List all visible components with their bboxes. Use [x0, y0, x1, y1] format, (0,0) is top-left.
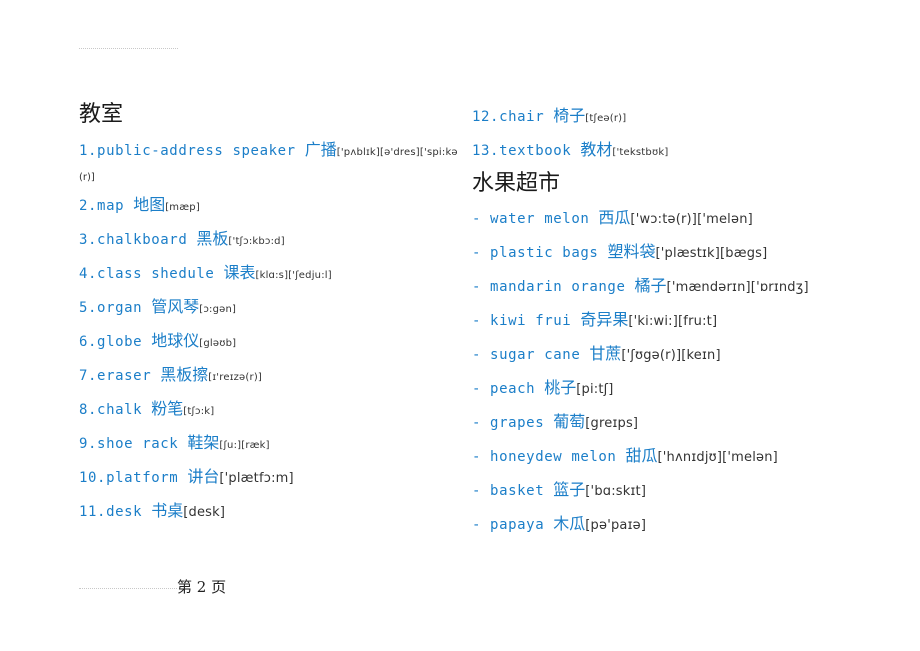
vocab-phonetic: [pə'paɪə]	[585, 518, 647, 533]
vocab-item: 6.globe 地球仪[gləʊb]	[79, 331, 236, 354]
vocab-english: - papaya	[472, 517, 554, 533]
vocab-item: 8.chalk 粉笔[tʃɔ:k]	[79, 399, 214, 422]
vocab-phonetic: ['plætfɔ:m]	[219, 471, 294, 486]
vocab-english: - plastic bags	[472, 245, 608, 261]
vocab-phonetic: ['wɔ:tə(r)]['melən]	[630, 212, 753, 227]
vocab-english: - basket	[472, 483, 554, 499]
vocab-english: 13.textbook	[472, 143, 581, 159]
vocab-item: 9.shoe rack 鞋架[ʃu:][ræk]	[79, 433, 270, 456]
vocab-item: 4.class shedule 课表[klɑ:s]['ʃedju:l]	[79, 263, 332, 286]
vocab-phonetic: [desk]	[183, 505, 226, 520]
page-footer: 第 2 页	[79, 576, 226, 597]
vocab-phonetic: [ʃu:][ræk]	[219, 440, 270, 451]
vocab-phonetic: [ɔ:gən]	[199, 304, 237, 315]
vocab-phonetic: [mæp]	[165, 202, 200, 213]
page-number: 第 2 页	[177, 578, 227, 596]
vocab-phonetic: ['plæstɪk][bægs]	[655, 246, 768, 261]
vocab-english: 6.globe	[79, 334, 152, 350]
vocab-chinese: 甘蔗	[589, 344, 622, 363]
vocab-chinese: 粉笔	[151, 399, 184, 418]
vocab-english: 9.shoe rack	[79, 436, 188, 452]
vocab-english: 3.chalkboard	[79, 232, 197, 248]
vocab-chinese: 书桌	[151, 501, 184, 520]
vocab-phonetic: [klɑ:s]['ʃedju:l]	[255, 270, 332, 281]
vocab-chinese: 葡萄	[553, 412, 586, 431]
vocab-chinese: 甜瓜	[625, 446, 658, 465]
section-heading-supermarket: 水果超市	[472, 171, 561, 196]
vocab-phonetic: ['bɑ:skɪt]	[585, 484, 647, 499]
vocab-chinese: 木瓜	[553, 514, 586, 533]
vocab-chinese: 鞋架	[187, 433, 220, 452]
vocab-chinese: 讲台	[187, 467, 220, 486]
vocab-chinese: 西瓜	[598, 208, 631, 227]
vocab-chinese: 管风琴	[151, 297, 200, 316]
vocab-chinese: 地图	[133, 195, 166, 214]
vocab-phonetic: [tʃeə(r)]	[585, 113, 627, 124]
vocab-chinese: 课表	[223, 263, 256, 282]
vocab-english: 1.public-address speaker	[79, 143, 305, 159]
vocab-item: - mandarin orange 橘子['mændərɪn]['ɒrɪndʒ]	[472, 276, 809, 298]
vocab-item: 7.eraser 黑板擦[ɪ'reɪzə(r)]	[79, 365, 262, 388]
vocab-chinese: 桃子	[544, 378, 577, 397]
vocab-chinese: 椅子	[553, 106, 586, 125]
vocab-english: 10.platform	[79, 470, 188, 486]
vocab-item: - grapes 葡萄[greɪps]	[472, 412, 638, 434]
vocab-phonetic: [ɪ'reɪzə(r)]	[208, 372, 263, 383]
vocab-item: 1.public-address speaker 广播['pʌblɪk][ə'd…	[79, 140, 458, 163]
vocab-phonetic: ['pʌblɪk][ə'dres]['spi:kə	[336, 147, 458, 158]
vocab-chinese: 广播	[304, 140, 337, 159]
vocab-item: 2.map 地图[mæp]	[79, 195, 200, 218]
vocab-chinese: 塑料袋	[607, 242, 656, 261]
vocab-phonetic: ['ki:wi:][fru:t]	[628, 314, 718, 329]
vocab-item: - peach 桃子[pi:tʃ]	[472, 378, 614, 400]
footer-rule	[79, 588, 177, 589]
vocab-chinese: 奇异果	[580, 310, 629, 329]
vocab-chinese: 教材	[580, 140, 613, 159]
vocab-english: 11.desk	[79, 504, 152, 520]
vocab-english: 2.map	[79, 198, 134, 214]
vocab-english: 12.chair	[472, 109, 554, 125]
vocab-item: - sugar cane 甘蔗['ʃʊgə(r)][keɪn]	[472, 344, 721, 366]
vocab-english: - grapes	[472, 415, 554, 431]
vocab-english: 8.chalk	[79, 402, 152, 418]
vocab-phonetic: [gləʊb]	[199, 338, 237, 349]
vocab-english: - peach	[472, 381, 545, 397]
vocab-phonetic: ['hʌnɪdjʊ]['melən]	[657, 450, 778, 465]
header-rule	[79, 48, 178, 49]
vocab-item: 3.chalkboard 黑板['tʃɔ:kbɔ:d]	[79, 229, 285, 252]
vocab-english: - sugar cane	[472, 347, 590, 363]
vocab-item: - plastic bags 塑料袋['plæstɪk][bægs]	[472, 242, 767, 264]
vocab-english: - water melon	[472, 211, 599, 227]
vocab-english: 4.class shedule	[79, 266, 224, 282]
vocab-item: 13.textbook 教材['tekstbʊk]	[472, 140, 668, 163]
vocab-item: 11.desk 书桌[desk]	[79, 501, 225, 523]
vocab-phonetic: [greɪps]	[585, 416, 639, 431]
vocab-item: 10.platform 讲台['plætfɔ:m]	[79, 467, 294, 489]
vocab-item: - papaya 木瓜[pə'paɪə]	[472, 514, 646, 536]
vocab-chinese: 橘子	[634, 276, 667, 295]
vocab-english: 7.eraser	[79, 368, 161, 384]
vocab-item: 12.chair 椅子[tʃeə(r)]	[472, 106, 626, 129]
vocab-chinese: 地球仪	[151, 331, 200, 350]
vocab-phonetic: ['ʃʊgə(r)][keɪn]	[621, 348, 721, 363]
vocab-chinese: 黑板擦	[160, 365, 209, 384]
vocab-phonetic: [pi:tʃ]	[576, 382, 614, 397]
vocab-item: - kiwi frui 奇异果['ki:wi:][fru:t]	[472, 310, 717, 332]
vocab-english: 5.organ	[79, 300, 152, 316]
vocab-chinese: 黑板	[196, 229, 229, 248]
vocab-item: - water melon 西瓜['wɔ:tə(r)]['melən]	[472, 208, 753, 230]
vocab-item: 5.organ 管风琴[ɔ:gən]	[79, 297, 236, 320]
vocab-english: - kiwi frui	[472, 313, 581, 329]
vocab-phonetic: ['tekstbʊk]	[612, 147, 669, 158]
vocab-phonetic: ['tʃɔ:kbɔ:d]	[228, 236, 285, 247]
vocab-phonetic: ['mændərɪn]['ɒrɪndʒ]	[666, 280, 809, 295]
vocab-phonetic-continued: (r)]	[79, 172, 95, 183]
vocab-english: - honeydew melon	[472, 449, 626, 465]
vocab-item: - basket 篮子['bɑ:skɪt]	[472, 480, 646, 502]
vocab-item: - honeydew melon 甜瓜['hʌnɪdjʊ]['melən]	[472, 446, 778, 468]
vocab-phonetic: [tʃɔ:k]	[183, 406, 215, 417]
section-heading-classroom: 教室	[79, 102, 124, 127]
vocab-chinese: 篮子	[553, 480, 586, 499]
vocab-english: - mandarin orange	[472, 279, 635, 295]
